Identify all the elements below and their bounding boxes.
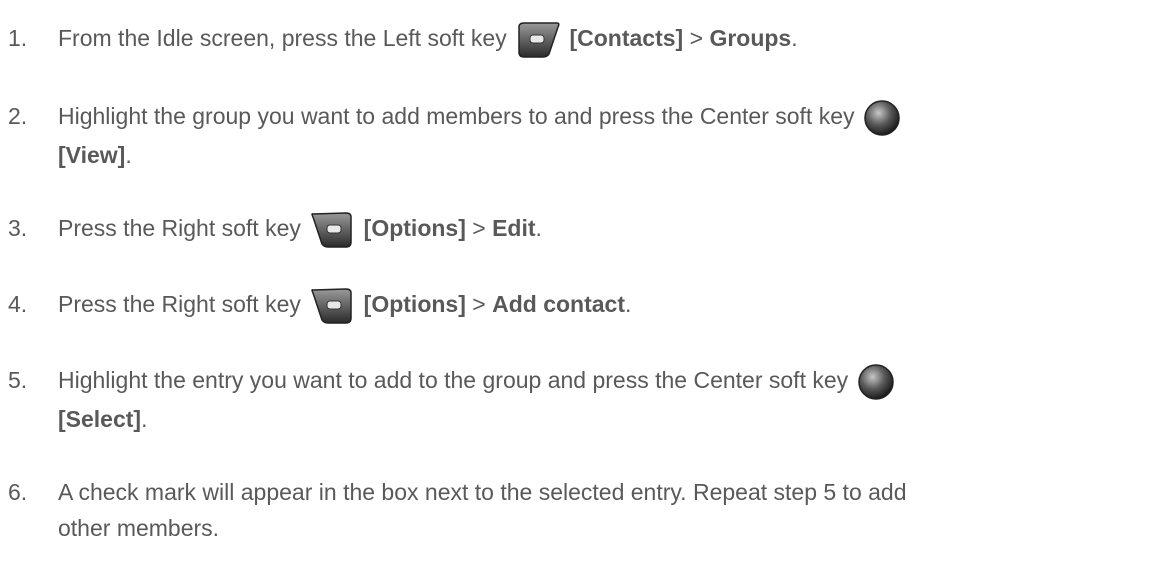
step-number: 5. bbox=[8, 367, 28, 393]
step-number: 3. bbox=[8, 215, 28, 241]
step-number: 6. bbox=[8, 479, 28, 505]
step-text: Highlight the group you want to add memb… bbox=[58, 98, 1118, 173]
step-text: From the Idle screen, press the Left sof… bbox=[58, 20, 1118, 59]
step-number: 2. bbox=[8, 103, 28, 129]
left-soft-key-icon bbox=[515, 21, 561, 59]
step-text: Press the Right soft key [Options] > Edi… bbox=[58, 210, 1118, 249]
step-number: 4. bbox=[8, 291, 28, 317]
step-text: A check mark will appear in the box next… bbox=[58, 479, 907, 541]
step-text: Highlight the entry you want to add to t… bbox=[58, 362, 1118, 437]
center-soft-key-icon bbox=[857, 363, 895, 401]
step-number: 1. bbox=[8, 25, 28, 51]
center-soft-key-icon bbox=[863, 99, 901, 137]
step-text: Press the Right soft key [Options] > Add… bbox=[58, 286, 1118, 325]
right-soft-key-icon bbox=[309, 211, 355, 249]
right-soft-key-icon bbox=[309, 287, 355, 325]
instruction-steps: 1. From the Idle screen, press the Left … bbox=[0, 0, 1149, 575]
